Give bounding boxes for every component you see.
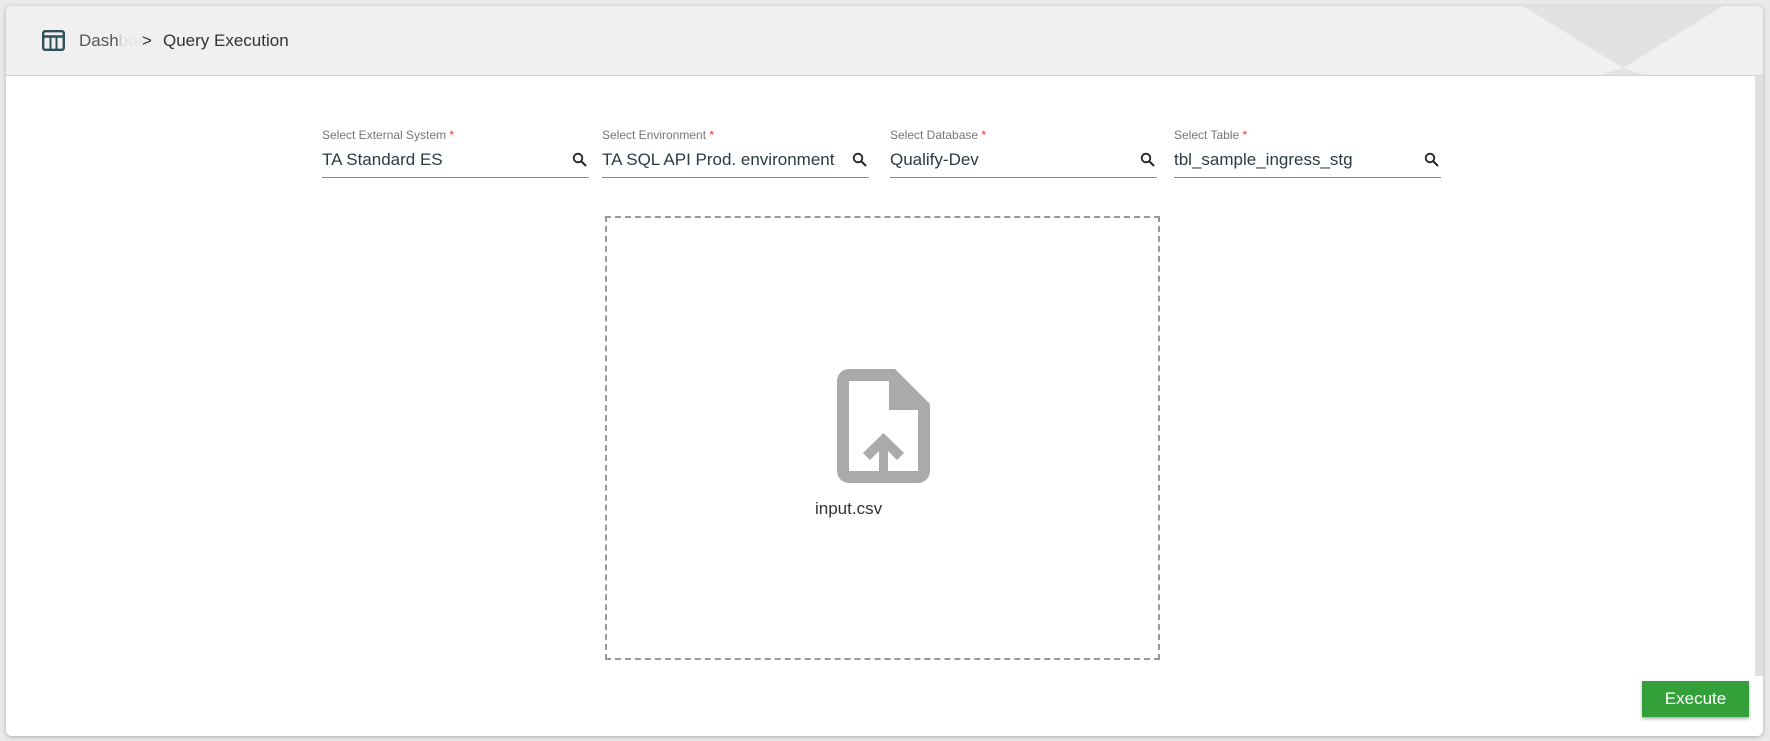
- field-value: Qualify-Dev: [890, 150, 979, 169]
- uploaded-file-name: input.csv: [815, 499, 883, 518]
- field-value: TA SQL API Prod. environment: [602, 150, 835, 169]
- field-label: Select Table *: [1174, 128, 1248, 142]
- file-upload-icon: [837, 369, 930, 483]
- field-value: TA Standard ES: [322, 150, 443, 169]
- file-dropzone[interactable]: input.csv: [605, 216, 1160, 660]
- field-value: tbl_sample_ingress_stg: [1174, 150, 1353, 169]
- execute-button[interactable]: Execute: [1642, 681, 1749, 717]
- header-bar: Dashboard > Query Execution: [6, 6, 1763, 76]
- main-card: Dashboard > Query Execution Select Exter…: [6, 6, 1763, 736]
- environment-select[interactable]: Select Environment * TA SQL API Prod. en…: [602, 128, 869, 178]
- header-decoration: [1523, 6, 1723, 75]
- page-title: Query Execution: [163, 31, 289, 50]
- database-select[interactable]: Select Database * Qualify-Dev: [890, 128, 1157, 178]
- external-system-select[interactable]: Select External System * TA Standard ES: [322, 128, 589, 178]
- table-select[interactable]: Select Table * tbl_sample_ingress_stg: [1174, 128, 1441, 178]
- breadcrumb-separator: >: [142, 31, 152, 50]
- search-icon[interactable]: [1424, 152, 1439, 167]
- field-label: Select External System *: [322, 128, 455, 142]
- search-icon[interactable]: [572, 152, 587, 167]
- scrollbar[interactable]: [1755, 76, 1763, 676]
- field-label: Select Database *: [890, 128, 987, 142]
- search-icon[interactable]: [1140, 152, 1155, 167]
- table-icon: [42, 30, 65, 51]
- field-label: Select Environment *: [602, 128, 715, 142]
- search-icon[interactable]: [852, 152, 867, 167]
